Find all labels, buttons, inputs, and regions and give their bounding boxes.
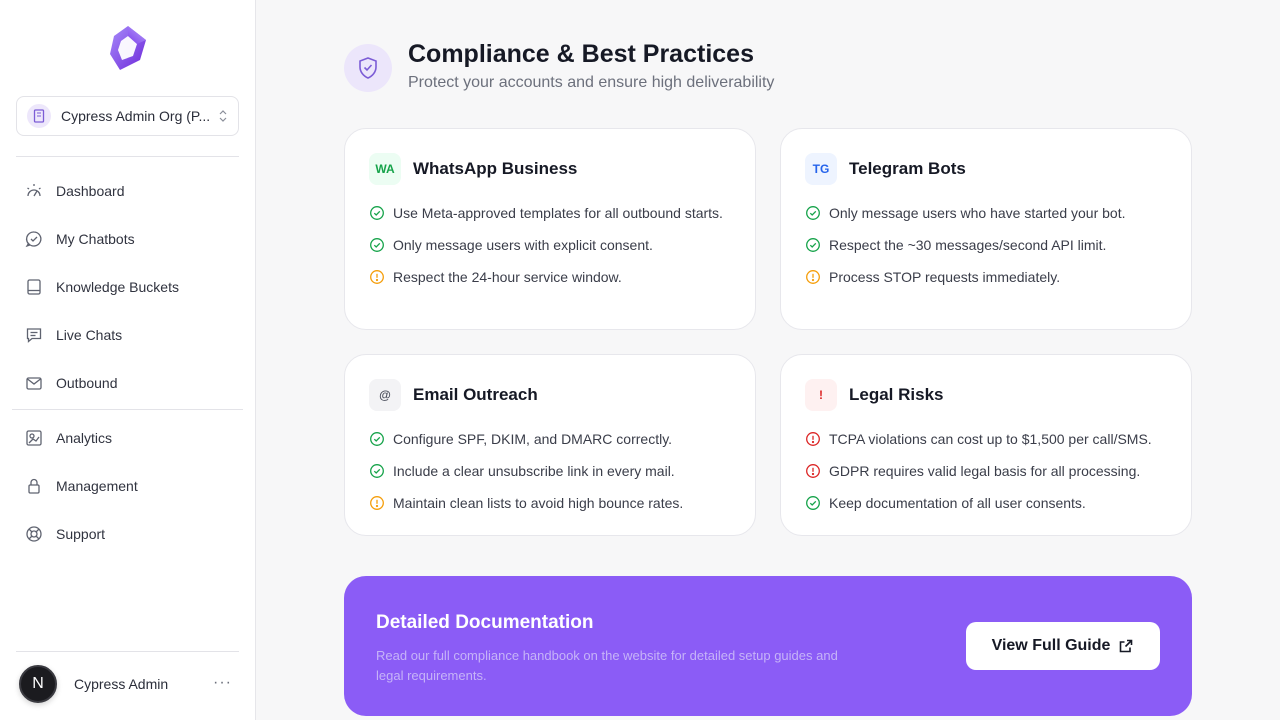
nav-item-management[interactable]: Management	[16, 466, 240, 506]
nav-item-support[interactable]: Support	[16, 514, 240, 554]
list-item: Use Meta-approved templates for all outb…	[369, 203, 735, 223]
card-title: WhatsApp Business	[413, 159, 578, 178]
email-badge: @	[369, 379, 401, 411]
card-legal-risks: ! Legal Risks TCPA violations can cost u…	[780, 354, 1192, 536]
alert-circle-icon	[805, 431, 821, 447]
shield-check-icon	[344, 44, 392, 92]
nav-item-dashboard[interactable]: Dashboard	[16, 171, 240, 211]
check-circle-icon	[805, 237, 821, 253]
alert-circle-icon	[805, 463, 821, 479]
card-list: Use Meta-approved templates for all outb…	[369, 203, 735, 299]
list-item-text: Respect the ~30 messages/second API limi…	[829, 237, 1107, 253]
page-subtitle: Protect your accounts and ensure high de…	[408, 74, 775, 91]
sidebar-divider	[16, 156, 239, 157]
nav-label: Support	[56, 526, 106, 542]
sidebar-divider	[16, 651, 239, 652]
list-item-text: Include a clear unsubscribe link in ever…	[393, 463, 675, 479]
lifebuoy-icon	[24, 524, 44, 544]
card-list: Configure SPF, DKIM, and DMARC correctly…	[369, 429, 735, 525]
card-whatsapp-business: WA WhatsApp Business Use Meta-approved t…	[344, 128, 756, 330]
card-list: Only message users who have started your…	[805, 203, 1171, 299]
building-icon	[27, 104, 51, 128]
sidebar: Cypress Admin Org (P... Dashboard My Cha…	[0, 0, 256, 720]
card-email-outreach: @ Email Outreach Configure SPF, DKIM, an…	[344, 354, 756, 536]
check-circle-icon	[805, 495, 821, 511]
card-title: Telegram Bots	[849, 159, 966, 178]
list-item-text: Use Meta-approved templates for all outb…	[393, 205, 723, 221]
check-circle-icon	[369, 431, 385, 447]
dashboard-icon	[24, 181, 44, 201]
card-title: Email Outreach	[413, 385, 538, 404]
nav-item-live-chats[interactable]: Live Chats	[16, 315, 240, 355]
list-item-text: TCPA violations can cost up to $1,500 pe…	[829, 431, 1152, 447]
legal-badge: !	[805, 379, 837, 411]
nav-item-analytics[interactable]: Analytics	[16, 418, 240, 458]
mail-icon	[24, 373, 44, 393]
card-telegram-bots: TG Telegram Bots Only message users who …	[780, 128, 1192, 330]
warning-circle-icon	[369, 495, 385, 511]
list-item-text: Keep documentation of all user consents.	[829, 495, 1086, 511]
list-item-text: Process STOP requests immediately.	[829, 269, 1061, 285]
sidebar-divider	[12, 409, 243, 410]
external-link-icon	[1120, 639, 1133, 653]
nav-label: Knowledge Buckets	[56, 279, 179, 295]
nav-label: Analytics	[56, 430, 113, 446]
check-circle-icon	[369, 205, 385, 221]
doc-description: Read our full compliance handbook on the…	[376, 648, 838, 683]
user-name: Cypress Admin	[74, 676, 169, 692]
list-item-text: Maintain clean lists to avoid high bounc…	[393, 495, 684, 511]
lock-icon	[24, 476, 44, 496]
list-item-text: Configure SPF, DKIM, and DMARC correctly…	[393, 431, 673, 447]
nav-item-my-chatbots[interactable]: My Chatbots	[16, 219, 240, 259]
list-item-text: GDPR requires valid legal basis for all …	[829, 463, 1141, 479]
chat-icon	[24, 325, 44, 345]
warning-circle-icon	[369, 269, 385, 285]
analytics-icon	[24, 428, 44, 448]
nav-label: Live Chats	[56, 327, 123, 343]
list-item: Keep documentation of all user consents.	[805, 493, 1171, 513]
book-icon	[24, 277, 44, 297]
list-item-text: Respect the 24-hour service window.	[393, 269, 622, 285]
list-item: Configure SPF, DKIM, and DMARC correctly…	[369, 429, 735, 449]
list-item: Only message users who have started your…	[805, 203, 1171, 223]
check-circle-icon	[805, 205, 821, 221]
doc-title: Detailed Documentation	[376, 612, 594, 633]
nav-label: My Chatbots	[56, 231, 135, 247]
list-item: Maintain clean lists to avoid high bounc…	[369, 493, 735, 513]
nav-item-knowledge-buckets[interactable]: Knowledge Buckets	[16, 267, 240, 307]
list-item: Respect the 24-hour service window.	[369, 267, 735, 287]
user-menu[interactable]: N Cypress Admin ···	[16, 660, 240, 708]
check-circle-icon	[369, 237, 385, 253]
org-switcher[interactable]: Cypress Admin Org (P...	[16, 96, 239, 136]
org-name: Cypress Admin Org (P...	[61, 108, 211, 124]
chatbot-icon	[24, 229, 44, 249]
list-item-text: Only message users who have started your…	[829, 205, 1126, 221]
button-label: View Full Guide	[991, 637, 1111, 654]
list-item: Only message users with explicit consent…	[369, 235, 735, 255]
telegram-badge: TG	[805, 153, 837, 185]
list-item: Respect the ~30 messages/second API limi…	[805, 235, 1171, 255]
chevron-up-down-icon	[218, 109, 228, 123]
check-circle-icon	[369, 463, 385, 479]
list-item: GDPR requires valid legal basis for all …	[805, 461, 1171, 481]
page-title: Compliance & Best Practices	[408, 40, 754, 68]
view-full-guide-button[interactable]: View Full Guide	[966, 622, 1160, 670]
documentation-banner: Detailed Documentation Read our full com…	[344, 576, 1192, 716]
list-item: Process STOP requests immediately.	[805, 267, 1171, 287]
nav-label: Outbound	[56, 375, 118, 391]
nav-label: Management	[56, 478, 138, 494]
nav-item-outbound[interactable]: Outbound	[16, 363, 240, 403]
list-item: Include a clear unsubscribe link in ever…	[369, 461, 735, 481]
more-options-icon[interactable]: ···	[213, 674, 232, 692]
avatar[interactable]: N	[19, 665, 57, 703]
card-title: Legal Risks	[849, 385, 944, 404]
card-list: TCPA violations can cost up to $1,500 pe…	[805, 429, 1171, 525]
whatsapp-badge: WA	[369, 153, 401, 185]
list-item-text: Only message users with explicit consent…	[393, 237, 653, 253]
warning-circle-icon	[805, 269, 821, 285]
list-item: TCPA violations can cost up to $1,500 pe…	[805, 429, 1171, 449]
nav-label: Dashboard	[56, 183, 125, 199]
app-logo-icon[interactable]	[106, 24, 150, 72]
